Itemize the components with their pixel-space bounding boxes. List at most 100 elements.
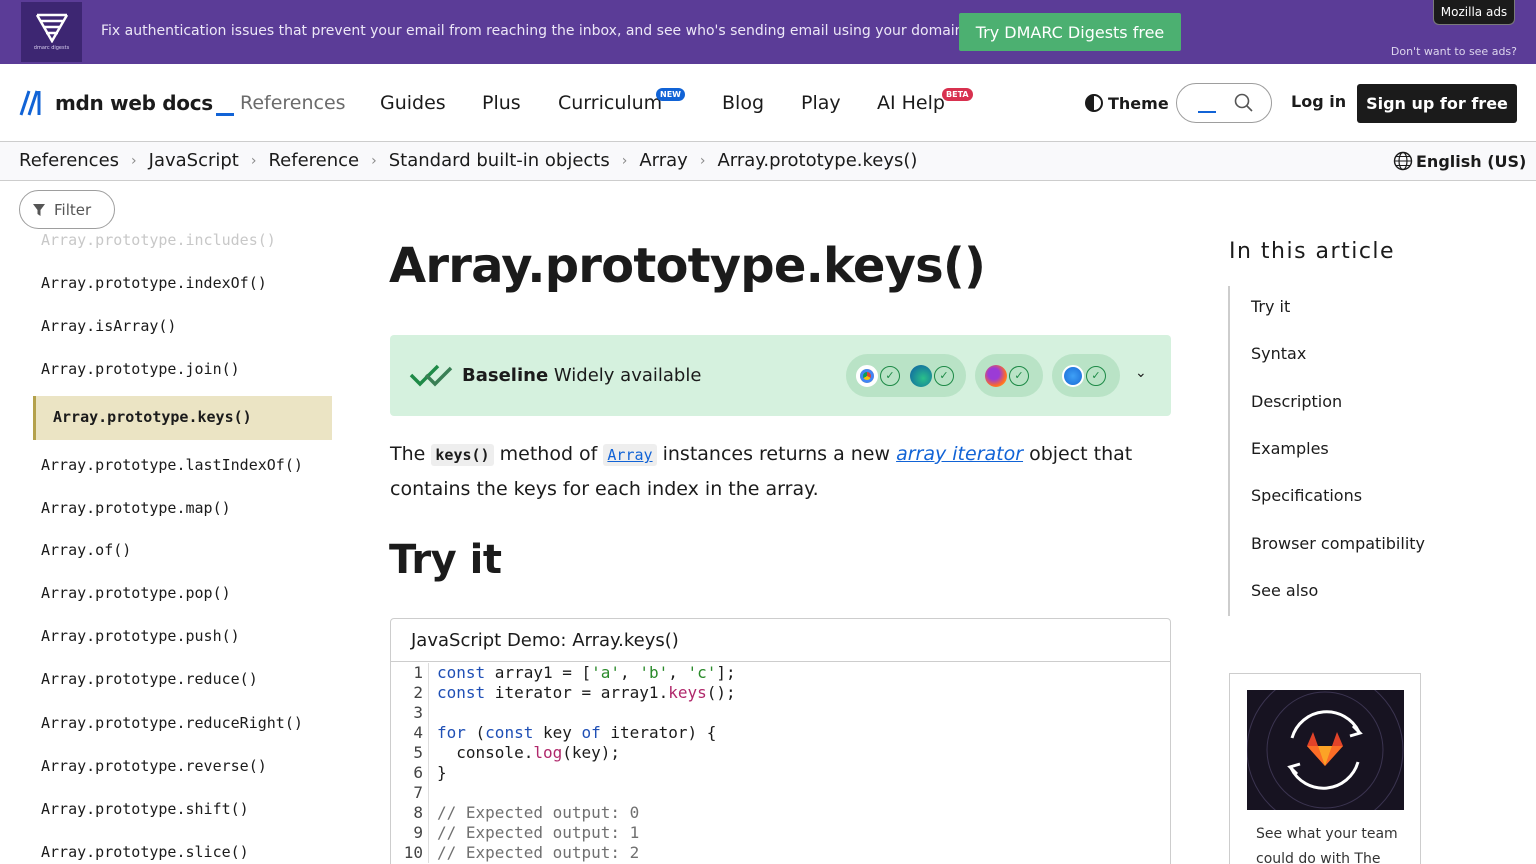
sidebar-item-active[interactable]: Array.prototype.keys() — [33, 396, 332, 440]
code-token: keys — [668, 683, 707, 702]
desc-text: method of — [499, 443, 598, 465]
sidebar-item[interactable]: Array.prototype.push() — [41, 627, 240, 645]
language-switcher[interactable]: English (US) — [1393, 151, 1526, 171]
nav-plus[interactable]: Plus — [482, 92, 521, 114]
code-comment: // Expected output: 1 — [437, 823, 640, 842]
breadcrumb-current[interactable]: Array.prototype.keys() — [717, 150, 917, 171]
mdn-logo[interactable]: mdn web docs — [19, 90, 234, 116]
nav-ai-help[interactable]: AI Help — [877, 92, 945, 114]
theme-label: Theme — [1108, 93, 1169, 113]
breadcrumb-references[interactable]: References — [19, 150, 119, 171]
code-token: ]; — [716, 663, 736, 682]
new-badge: NEW — [656, 88, 685, 101]
signup-button[interactable]: Sign up for free — [1357, 84, 1517, 123]
code-token: console. — [437, 743, 534, 762]
description: The keys() method of Array instances ret… — [390, 437, 1170, 506]
nav-references[interactable]: References — [240, 92, 346, 114]
toc-item-description[interactable]: Description — [1251, 392, 1342, 411]
baseline-banner[interactable]: Baseline Widely available ✓ ✓ ✓ ✓ ⌄ — [390, 335, 1171, 416]
array-iterator-link[interactable]: array iterator — [896, 443, 1023, 465]
check-icon: ✓ — [934, 365, 954, 386]
line-number: 5 — [391, 743, 429, 763]
demo-title: JavaScript Demo: Array.keys() — [391, 619, 1170, 662]
chevron-right-icon: › — [621, 152, 628, 169]
chevron-right-icon: › — [699, 152, 706, 169]
toc-item-syntax[interactable]: Syntax — [1251, 344, 1306, 363]
line-number: 1 — [391, 663, 429, 683]
breadcrumb-reference[interactable]: Reference — [268, 150, 359, 171]
baseline-check-icon — [409, 364, 453, 387]
sidebar-item[interactable]: Array.prototype.slice() — [41, 843, 249, 861]
sidebar-item[interactable]: Array.prototype.indexOf() — [41, 274, 267, 292]
sidebar-item[interactable]: Array.prototype.pop() — [41, 584, 231, 602]
toc-item-see-also[interactable]: See also — [1251, 581, 1318, 600]
sidebar-item[interactable]: Array.prototype.join() — [41, 360, 240, 378]
interactive-demo[interactable]: JavaScript Demo: Array.keys() 1 const arr… — [390, 618, 1171, 864]
check-icon: ✓ — [1086, 365, 1106, 386]
code-token: (); — [706, 683, 736, 702]
nav-guides[interactable]: Guides — [380, 92, 446, 114]
code-token: ( — [465, 723, 486, 742]
filter-placeholder: Filter — [54, 200, 92, 219]
code-token: , — [620, 663, 640, 682]
sidebar-item[interactable]: Array.prototype.includes() — [41, 232, 276, 249]
side-ad-text[interactable]: See what your team could do with The — [1256, 822, 1406, 864]
ad-cta-button[interactable]: Try DMARC Digests free — [959, 13, 1181, 51]
sidebar-item[interactable]: Array.prototype.lastIndexOf() — [41, 456, 303, 474]
sidebar: Array.prototype.includes() Array.prototy… — [0, 232, 345, 864]
sidebar-item[interactable]: Array.isArray() — [41, 317, 176, 335]
chevron-down-icon[interactable]: ⌄ — [1135, 365, 1147, 381]
sidebar-item[interactable]: Array.prototype.reverse() — [41, 757, 267, 775]
sidebar-item[interactable]: Array.prototype.map() — [41, 499, 231, 517]
toc-item-try-it[interactable]: Try it — [1251, 297, 1290, 316]
code-line: 5 console.log(key); — [391, 743, 1170, 763]
toc-item-specifications[interactable]: Specifications — [1251, 486, 1362, 505]
sidebar-item[interactable]: Array.prototype.reduceRight() — [41, 714, 303, 732]
sidebar-item[interactable]: Array.of() — [41, 541, 131, 559]
dmarc-logo[interactable]: dmarc digests — [21, 2, 82, 62]
side-ad[interactable]: See what your team could do with The — [1229, 673, 1421, 864]
no-ads-link[interactable]: Don't want to see ads? — [1391, 45, 1517, 58]
toc-item-browser-compatibility[interactable]: Browser compatibility — [1251, 534, 1425, 553]
search-input[interactable] — [1176, 83, 1272, 123]
code-token: array1 = [ — [485, 663, 592, 682]
nav-blog[interactable]: Blog — [722, 92, 764, 114]
breadcrumb-array[interactable]: Array — [639, 150, 687, 171]
gitlab-ad-image[interactable] — [1247, 690, 1404, 810]
line-number: 2 — [391, 683, 429, 703]
nav-curriculum[interactable]: Curriculum — [558, 92, 662, 114]
mozilla-ads-label[interactable]: Mozilla ads — [1433, 0, 1515, 25]
chrome-icon — [856, 364, 878, 387]
code-line: 2 const iterator = array1.keys(); — [391, 683, 1170, 703]
code-line: 10 // Expected output: 2 — [391, 843, 1170, 863]
line-number: 4 — [391, 723, 429, 743]
array-link[interactable]: Array — [603, 444, 657, 466]
sidebar-item[interactable]: Array.prototype.shift() — [41, 800, 249, 818]
code-token: 'a' — [591, 663, 621, 682]
code-content: console.log(key); — [429, 743, 620, 763]
browser-group-firefox: ✓ — [975, 354, 1043, 397]
code-token: iterator = array1. — [485, 683, 669, 702]
code-line: 6} — [391, 763, 1170, 783]
code-token: log — [533, 743, 563, 762]
toc-item-examples[interactable]: Examples — [1251, 439, 1329, 458]
breadcrumb-builtin-objects[interactable]: Standard built-in objects — [389, 150, 610, 171]
breadcrumb-bar: References › JavaScript › Reference › St… — [0, 142, 1536, 181]
code-editor[interactable]: 1 const array1 = ['a', 'b', 'c']; 2 const … — [391, 663, 1170, 863]
sidebar-item[interactable]: Array.prototype.reduce() — [41, 670, 258, 688]
check-icon: ✓ — [1009, 365, 1029, 386]
login-link[interactable]: Log in — [1291, 92, 1346, 111]
code-token: for — [437, 723, 466, 742]
code-line: 4 for (const key of iterator) { — [391, 723, 1170, 743]
filter-input[interactable]: Filter — [19, 190, 115, 229]
breadcrumb-javascript[interactable]: JavaScript — [149, 150, 239, 171]
code-content: for (const key of iterator) { — [429, 723, 716, 743]
code-line: 1 const array1 = ['a', 'b', 'c']; — [391, 663, 1170, 683]
breadcrumb: References › JavaScript › Reference › St… — [19, 150, 917, 171]
nav-play[interactable]: Play — [801, 92, 841, 114]
code-line: 7 — [391, 783, 1170, 803]
filter-icon — [33, 203, 45, 216]
top-navigation: mdn web docs References Guides Plus Curr… — [0, 64, 1536, 142]
theme-button[interactable]: Theme — [1084, 93, 1169, 113]
ad-text[interactable]: Fix authentication issues that prevent y… — [101, 23, 975, 39]
